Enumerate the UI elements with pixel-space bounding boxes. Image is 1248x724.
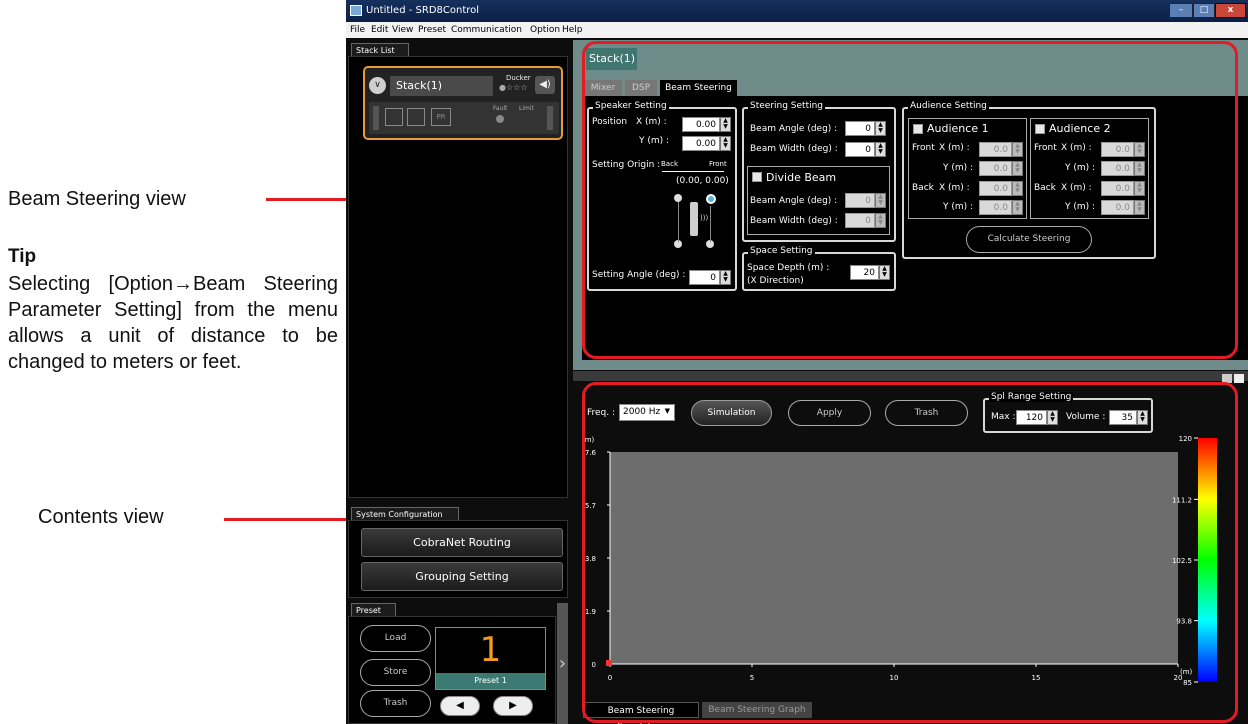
menu-view[interactable]: View [392,25,413,35]
grouping-setting-button[interactable]: Grouping Setting [361,562,563,591]
pr-icon: PR [431,108,451,126]
menu-preset[interactable]: Preset [418,25,446,35]
next-preset-button[interactable]: ▶ [493,696,533,716]
device-row: PR Fault Limit [369,102,559,134]
monitor-icon [385,108,403,126]
menu-communication[interactable]: Communication [451,25,522,35]
preset-name: Preset 1 [436,673,545,689]
annotation-tip-title: Tip [8,246,37,267]
slot-right-icon [547,106,553,130]
minimize-button[interactable]: – [1169,3,1193,18]
cobranet-routing-button[interactable]: CobraNet Routing [361,528,563,557]
title-bar: Untitled - SRD8Control – □ x [346,0,1248,22]
menu-file[interactable]: File [350,25,365,35]
annotation-box-beam-steering [582,41,1238,359]
stack-name: Stack(1) [390,76,493,96]
speaker-box-icon [407,108,425,126]
maximize-button[interactable]: □ [1193,3,1215,18]
menu-bar: File Edit View Preset Communication Opti… [346,22,1248,38]
speaker-icon[interactable]: ◀) [535,76,555,94]
limit-label: Limit [519,105,534,112]
annotation-tip-body: Selecting [Option→Beam Steering Paramete… [8,273,338,373]
slot-left-icon [373,106,379,130]
menu-option[interactable]: Option [530,25,560,35]
annotation-beam-steering-view: Beam Steering view [8,188,186,210]
menu-edit[interactable]: Edit [371,25,388,35]
system-config-tab[interactable]: System Configuration [351,507,459,521]
splitter-bar[interactable] [573,371,1248,381]
close-button[interactable]: x [1215,3,1246,18]
trash-preset-button[interactable]: Trash [360,690,431,717]
annotation-contents-view: Contents view [38,506,164,528]
stack-list-tab[interactable]: Stack List [351,43,409,57]
preset-number: 1 [479,630,502,670]
window-toggle-icon[interactable] [1234,374,1244,383]
fault-indicator-icon [496,115,504,123]
preset-display: 1 Preset 1 [435,627,546,690]
panel-expand-handle[interactable]: › [557,603,568,724]
previous-preset-button[interactable]: ◀ [440,696,480,716]
fault-label: Fault [493,105,508,112]
store-button[interactable]: Store [360,659,431,686]
stack-card[interactable]: ∨ Stack(1) Ducker ●☆☆☆ ◀) PR Fault Limit [363,66,563,140]
preset-tab[interactable]: Preset [351,603,396,617]
load-button[interactable]: Load [360,625,431,652]
chevron-down-icon[interactable]: ∨ [369,77,386,94]
window-title: Untitled - SRD8Control [366,5,480,16]
menu-help[interactable]: Help [562,25,583,35]
star-icon: ●☆☆☆ [499,83,528,92]
annotation-box-contents [582,382,1238,723]
app-icon [350,5,362,16]
ducker-label: Ducker [506,74,531,82]
